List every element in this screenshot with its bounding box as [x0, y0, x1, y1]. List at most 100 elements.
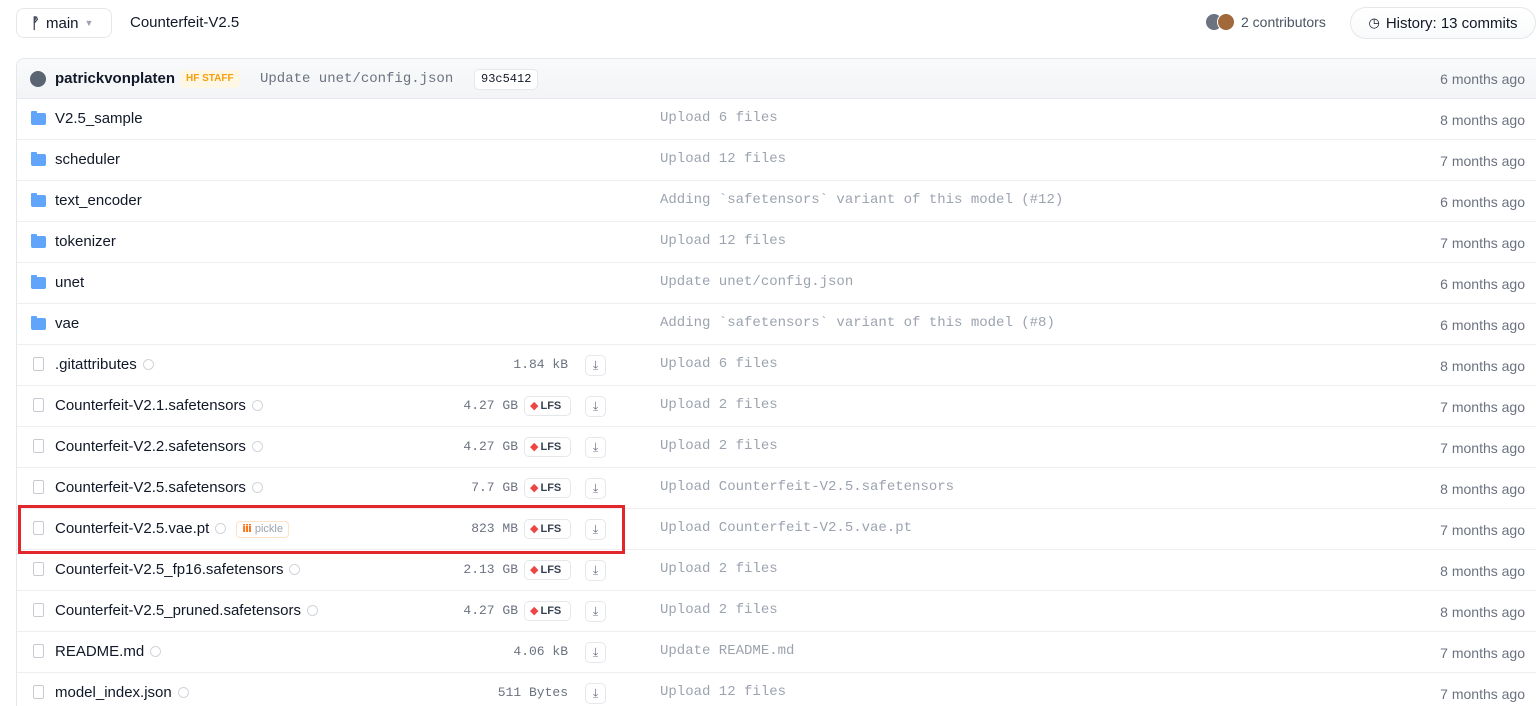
download-icon[interactable]: ⤓ [585, 560, 606, 581]
security-check-icon[interactable] [215, 523, 227, 534]
pickle-badge[interactable]: ⅲ pickle [236, 521, 289, 538]
file-row[interactable]: Counterfeit-V2.1.safetensors 4.27 GB ◆ LFS ⤓… [17, 386, 1536, 427]
security-check-icon[interactable] [306, 605, 318, 616]
file-icon [33, 685, 44, 699]
file-row[interactable]: model_index.json 511 Bytes ⤓ Upload 12 file… [17, 673, 1536, 706]
lfs-label: LFS [540, 482, 562, 494]
commit-time: 6 months ago [1440, 71, 1525, 87]
history-label: History: 13 commits [1385, 14, 1518, 32]
avatar [30, 71, 46, 87]
file-row[interactable]: V2.5_sample Upload 6 files 8 months ago [17, 99, 1536, 140]
commit-message-link[interactable]: Adding `safetensors` variant of this mod… [660, 315, 1055, 331]
file-name-link[interactable]: text_encoder [55, 192, 142, 209]
commit-author[interactable]: patrickvonplaten [55, 70, 175, 87]
commit-message-link[interactable]: Upload 6 files [660, 356, 778, 372]
commit-message-link[interactable]: Upload 12 files [660, 684, 786, 700]
file-time: 7 months ago [1440, 153, 1525, 169]
security-check-icon[interactable] [251, 482, 263, 493]
file-name-link[interactable]: Counterfeit-V2.5_fp16.safetensors [55, 561, 301, 578]
commit-hash[interactable]: 93c5412 [474, 69, 539, 90]
file-name-link[interactable]: Counterfeit-V2.5_pruned.safetensors [55, 602, 318, 619]
file-row[interactable]: unet Update unet/config.json 6 months ago [17, 263, 1536, 304]
file-name-link[interactable]: model_index.json [55, 684, 189, 701]
file-row[interactable]: README.md 4.06 kB ⤓ Update README.md 7 month… [17, 632, 1536, 673]
contributors-link[interactable]: 2 contributors [1205, 13, 1326, 31]
file-name-link[interactable]: V2.5_sample [55, 110, 143, 127]
file-time: 6 months ago [1440, 194, 1525, 210]
commit-message-link[interactable]: Upload 2 files [660, 602, 778, 618]
branch-selector-button[interactable]: ᚡ main ▼ [16, 8, 112, 38]
repo-toolbar: ᚡ main ▼ Counterfeit-V2.5 2 contributors… [0, 0, 1536, 46]
file-name-link[interactable]: vae [55, 315, 79, 332]
commit-message-link[interactable]: Adding `safetensors` variant of this mod… [660, 192, 1063, 208]
commit-message-link[interactable]: Upload 12 files [660, 233, 786, 249]
file-time: 6 months ago [1440, 276, 1525, 292]
file-row[interactable]: Counterfeit-V2.5_fp16.safetensors 2.13 GB… [17, 550, 1536, 591]
file-size: 1.84 kB [513, 357, 568, 372]
download-icon[interactable]: ⤓ [585, 437, 606, 458]
security-check-icon[interactable] [289, 564, 301, 575]
commit-message-link[interactable]: Upload 12 files [660, 151, 786, 167]
file-name-link[interactable]: Counterfeit-V2.5.vae.pt ⅲ pickle [55, 520, 289, 538]
commit-message-link[interactable]: Upload 6 files [660, 110, 778, 126]
download-icon[interactable]: ⤓ [585, 601, 606, 622]
file-row[interactable]: .gitattributes 1.84 kB ⤓ Upload 6 files 8 mo… [17, 345, 1536, 386]
download-icon[interactable]: ⤓ [585, 642, 606, 663]
pickle-icon: ⅲ [242, 523, 252, 535]
file-name: vae [55, 315, 80, 332]
branch-name: main [46, 14, 79, 32]
file-icon [33, 439, 44, 453]
file-name-link[interactable]: Counterfeit-V2.2.safetensors [55, 438, 263, 455]
file-name-link[interactable]: unet [55, 274, 84, 291]
file-time: 7 months ago [1440, 440, 1525, 456]
security-check-icon[interactable] [251, 400, 263, 411]
lfs-label: LFS [540, 441, 562, 453]
file-name: Counterfeit-V2.5.safetensors [55, 479, 246, 496]
file-row[interactable]: Counterfeit-V2.2.safetensors 4.27 GB ◆ LFS ⤓… [17, 427, 1536, 468]
file-row[interactable]: text_encoder Adding `safetensors` variant… [17, 181, 1536, 222]
security-check-icon[interactable] [177, 687, 189, 698]
security-check-icon[interactable] [251, 441, 263, 452]
file-size: 2.13 GB [463, 562, 518, 577]
file-row[interactable]: scheduler Upload 12 files 7 months ago [17, 140, 1536, 181]
security-check-icon[interactable] [150, 646, 162, 657]
history-button[interactable]: ◷ History: 13 commits [1350, 7, 1536, 39]
file-name-link[interactable]: scheduler [55, 151, 120, 168]
lfs-badge: ◆ LFS [524, 560, 571, 580]
commit-message-link[interactable]: Update README.md [660, 643, 794, 659]
file-row[interactable]: vae Adding `safetensors` variant of this … [17, 304, 1536, 345]
commit-message-link[interactable]: Update unet/config.json [660, 274, 853, 290]
download-icon[interactable]: ⤓ [585, 683, 606, 704]
folder-icon [31, 152, 46, 166]
commit-message[interactable]: Update unet/config.json [260, 71, 453, 87]
clock-icon: ◷ [1368, 15, 1380, 30]
file-size: 4.27 GB [463, 439, 518, 454]
file-size: 511 Bytes [497, 685, 568, 700]
commit-message-link[interactable]: Upload 2 files [660, 397, 778, 413]
commit-message-link[interactable]: Upload 2 files [660, 561, 778, 577]
download-icon[interactable]: ⤓ [585, 396, 606, 417]
file-row[interactable]: Counterfeit-V2.5.safetensors 7.7 GB ◆ LFS ⤓ U… [17, 468, 1536, 509]
file-name: README.md [55, 643, 145, 660]
file-row[interactable]: Counterfeit-V2.5.vae.pt ⅲ pickle 823 MB ◆ LFS… [17, 509, 1536, 550]
file-time: 7 months ago [1440, 645, 1525, 661]
file-row[interactable]: tokenizer Upload 12 files 7 months ago [17, 222, 1536, 263]
file-name-link[interactable]: Counterfeit-V2.5.safetensors [55, 479, 263, 496]
file-name-link[interactable]: README.md [55, 643, 162, 660]
lfs-badge: ◆ LFS [524, 478, 571, 498]
commit-message-link[interactable]: Upload 2 files [660, 438, 778, 454]
download-icon[interactable]: ⤓ [585, 355, 606, 376]
file-row[interactable]: Counterfeit-V2.5_pruned.safetensors 4.27 … [17, 591, 1536, 632]
file-name-link[interactable]: .gitattributes [55, 356, 154, 373]
download-icon[interactable]: ⤓ [585, 519, 606, 540]
commit-message-link[interactable]: Upload Counterfeit-V2.5.safetensors [660, 479, 954, 495]
security-check-icon[interactable] [142, 359, 154, 370]
download-icon[interactable]: ⤓ [585, 478, 606, 499]
file-time: 8 months ago [1440, 481, 1525, 497]
commit-message-link[interactable]: Upload Counterfeit-V2.5.vae.pt [660, 520, 912, 536]
folder-icon [31, 316, 46, 330]
file-time: 7 months ago [1440, 522, 1525, 538]
file-name-link[interactable]: Counterfeit-V2.1.safetensors [55, 397, 263, 414]
file-name-link[interactable]: tokenizer [55, 233, 116, 250]
file-name: .gitattributes [55, 356, 137, 373]
